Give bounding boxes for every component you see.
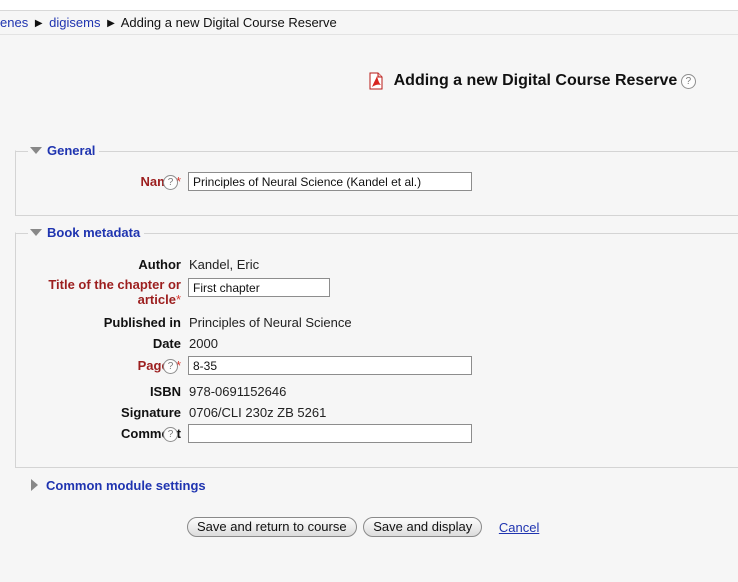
- breadcrumb: enes ▶ digisems ▶ Adding a new Digital C…: [0, 15, 337, 31]
- common-module-settings-label: Common module settings: [46, 478, 206, 493]
- signature-label: Signature: [121, 405, 181, 420]
- general-section-toggle[interactable]: General: [28, 143, 100, 158]
- top-bar: [0, 0, 738, 11]
- chapter-title-label: Title of the chapter or article*: [48, 277, 181, 307]
- expanded-triangle-icon: [30, 147, 42, 154]
- name-field[interactable]: [188, 172, 472, 191]
- isbn-row: ISBN 978-0691152646: [16, 384, 736, 406]
- book-metadata-section-toggle[interactable]: Book metadata: [28, 225, 145, 240]
- expanded-triangle-icon: [30, 229, 42, 236]
- breadcrumb-link-digisems[interactable]: digisems: [49, 15, 100, 30]
- breadcrumb-separator-icon: ▶: [107, 18, 115, 29]
- author-row: Author Kandel, Eric: [16, 257, 736, 279]
- breadcrumb-current: Adding a new Digital Course Reserve: [120, 15, 337, 30]
- form-actions: Save and return to course Save and displ…: [187, 517, 539, 537]
- comment-row: Comment ?: [16, 424, 736, 448]
- help-icon[interactable]: ?: [163, 359, 178, 374]
- published-row: Published in Principles of Neural Scienc…: [16, 315, 736, 337]
- help-icon[interactable]: ?: [163, 427, 178, 442]
- pdf-icon: [368, 72, 384, 90]
- date-label: Date: [152, 336, 181, 351]
- published-in-value: Principles of Neural Science: [189, 315, 352, 330]
- book-metadata-section: Book metadata Author Kandel, Eric Title …: [15, 225, 738, 468]
- book-metadata-section-title: Book metadata: [47, 225, 141, 240]
- chapter-title-field[interactable]: [188, 278, 330, 297]
- comment-field[interactable]: [188, 424, 472, 443]
- date-row: Date 2000: [16, 336, 736, 358]
- breadcrumb-divider: [0, 34, 738, 35]
- isbn-value: 978-0691152646: [189, 384, 287, 399]
- page-title: Adding a new Digital Course Reserve: [393, 72, 678, 89]
- help-icon[interactable]: ?: [163, 175, 178, 190]
- author-value: Kandel, Eric: [189, 257, 260, 272]
- isbn-label: ISBN: [149, 384, 181, 399]
- chapter-row: Title of the chapter or article*: [16, 277, 736, 311]
- signature-value: 0706/CLI 230z ZB 5261: [189, 405, 327, 420]
- save-and-display-button[interactable]: Save and display: [363, 517, 483, 537]
- general-section-title: General: [47, 143, 96, 158]
- save-and-return-button[interactable]: Save and return to course: [187, 517, 357, 537]
- published-in-label: Published in: [103, 315, 181, 330]
- breadcrumb-link-enes[interactable]: enes: [0, 15, 28, 30]
- name-row: Name* ?: [16, 172, 736, 196]
- cancel-link[interactable]: Cancel: [499, 520, 539, 535]
- pages-field[interactable]: [188, 356, 472, 375]
- date-value: 2000: [189, 336, 218, 351]
- pages-row: Pages* ?: [16, 356, 736, 380]
- author-label: Author: [138, 257, 181, 272]
- common-module-settings-toggle[interactable]: Common module settings: [31, 478, 206, 493]
- general-section: General Name* ?: [15, 143, 738, 216]
- page-heading: Adding a new Digital Course Reserve ?: [368, 72, 696, 94]
- breadcrumb-separator-icon: ▶: [34, 18, 43, 29]
- collapsed-triangle-icon: [31, 479, 38, 491]
- help-icon[interactable]: ?: [680, 73, 696, 89]
